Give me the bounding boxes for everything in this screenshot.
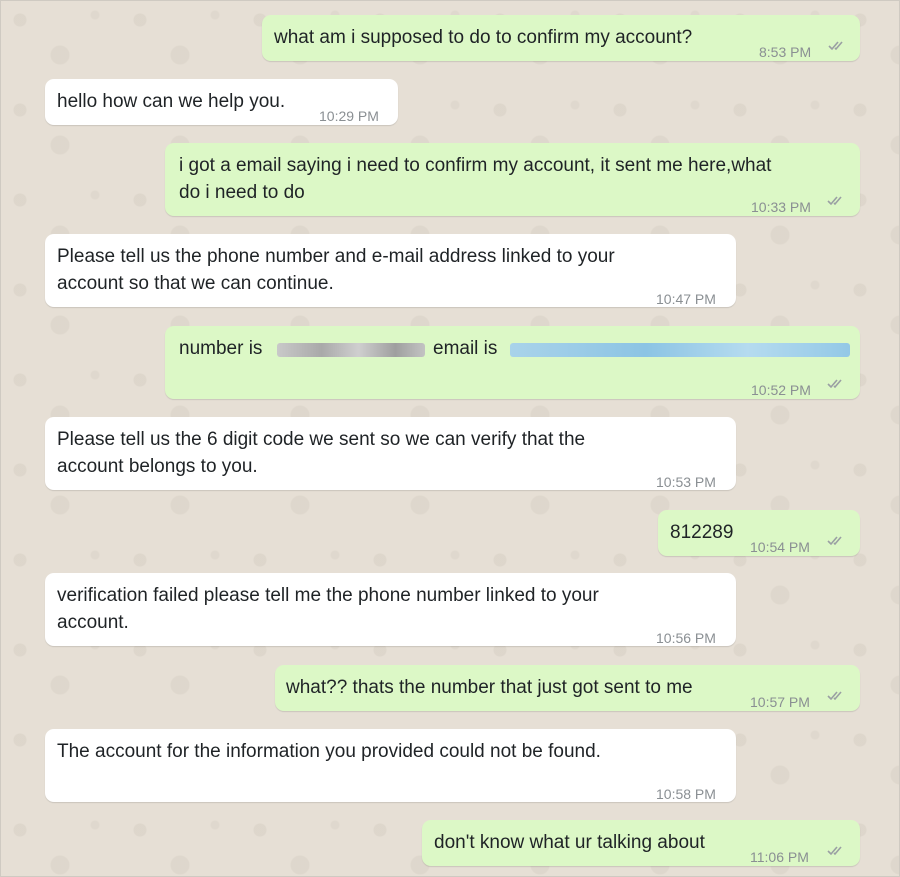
double-check-icon	[828, 40, 850, 52]
redacted-email-address	[510, 343, 850, 357]
incoming-message[interactable]: verification failed please tell me the p…	[45, 573, 736, 646]
double-check-icon	[827, 535, 849, 547]
message-text-prefix: number is	[179, 338, 263, 359]
message-timestamp: 10:47 PM	[656, 291, 716, 307]
message-timestamp: 10:29 PM	[319, 108, 379, 124]
incoming-message[interactable]: Please tell us the phone number and e-ma…	[45, 234, 736, 307]
message-text: what?? thats the number that just got se…	[286, 677, 693, 698]
incoming-message[interactable]: The account for the information you prov…	[45, 729, 736, 802]
outgoing-message[interactable]: i got a email saying i need to confirm m…	[165, 143, 860, 216]
message-timestamp: 10:57 PM	[750, 694, 810, 710]
outgoing-message[interactable]: what?? thats the number that just got se…	[275, 665, 860, 711]
outgoing-message[interactable]: 812289 10:54 PM	[658, 510, 860, 556]
message-timestamp: 10:52 PM	[751, 382, 811, 398]
outgoing-message[interactable]: don't know what ur talking about 11:06 P…	[422, 820, 860, 866]
message-timestamp: 11:06 PM	[750, 849, 809, 865]
double-check-icon	[827, 378, 849, 390]
redacted-phone-number	[277, 343, 425, 357]
message-text-line: account.	[57, 612, 129, 633]
message-timestamp: 10:58 PM	[656, 786, 716, 802]
message-text-middle: email is	[433, 338, 498, 359]
message-timestamp: 10:53 PM	[656, 474, 716, 490]
message-text-line: Please tell us the phone number and e-ma…	[57, 246, 615, 267]
message-timestamp: 10:56 PM	[656, 630, 716, 646]
message-text-line: Please tell us the 6 digit code we sent …	[57, 429, 586, 450]
message-timestamp: 8:53 PM	[759, 44, 812, 60]
outgoing-message[interactable]: what am i supposed to do to confirm my a…	[262, 15, 860, 61]
chat-background: what am i supposed to do to confirm my a…	[0, 0, 900, 877]
message-text: The account for the information you prov…	[57, 741, 601, 762]
message-text: 812289	[670, 522, 734, 543]
message-timestamp: 10:54 PM	[750, 539, 810, 555]
message-text-line: account so that we can continue.	[57, 273, 334, 294]
message-text-line: i got a email saying i need to confirm m…	[179, 155, 772, 176]
message-text: what am i supposed to do to confirm my a…	[274, 27, 693, 48]
message-text-line: account belongs to you.	[57, 456, 258, 477]
double-check-icon	[827, 845, 849, 857]
double-check-icon	[827, 195, 849, 207]
incoming-message[interactable]: Please tell us the 6 digit code we sent …	[45, 417, 736, 490]
message-timestamp: 10:33 PM	[751, 199, 811, 215]
incoming-message[interactable]: hello how can we help you. 10:29 PM	[45, 79, 398, 125]
message-text-line: do i need to do	[179, 182, 305, 203]
outgoing-message[interactable]: number is email is 10:52 PM	[165, 326, 860, 399]
message-text-line: verification failed please tell me the p…	[57, 585, 599, 606]
message-text: don't know what ur talking about	[434, 832, 705, 853]
double-check-icon	[827, 690, 849, 702]
message-text: hello how can we help you.	[57, 91, 286, 112]
